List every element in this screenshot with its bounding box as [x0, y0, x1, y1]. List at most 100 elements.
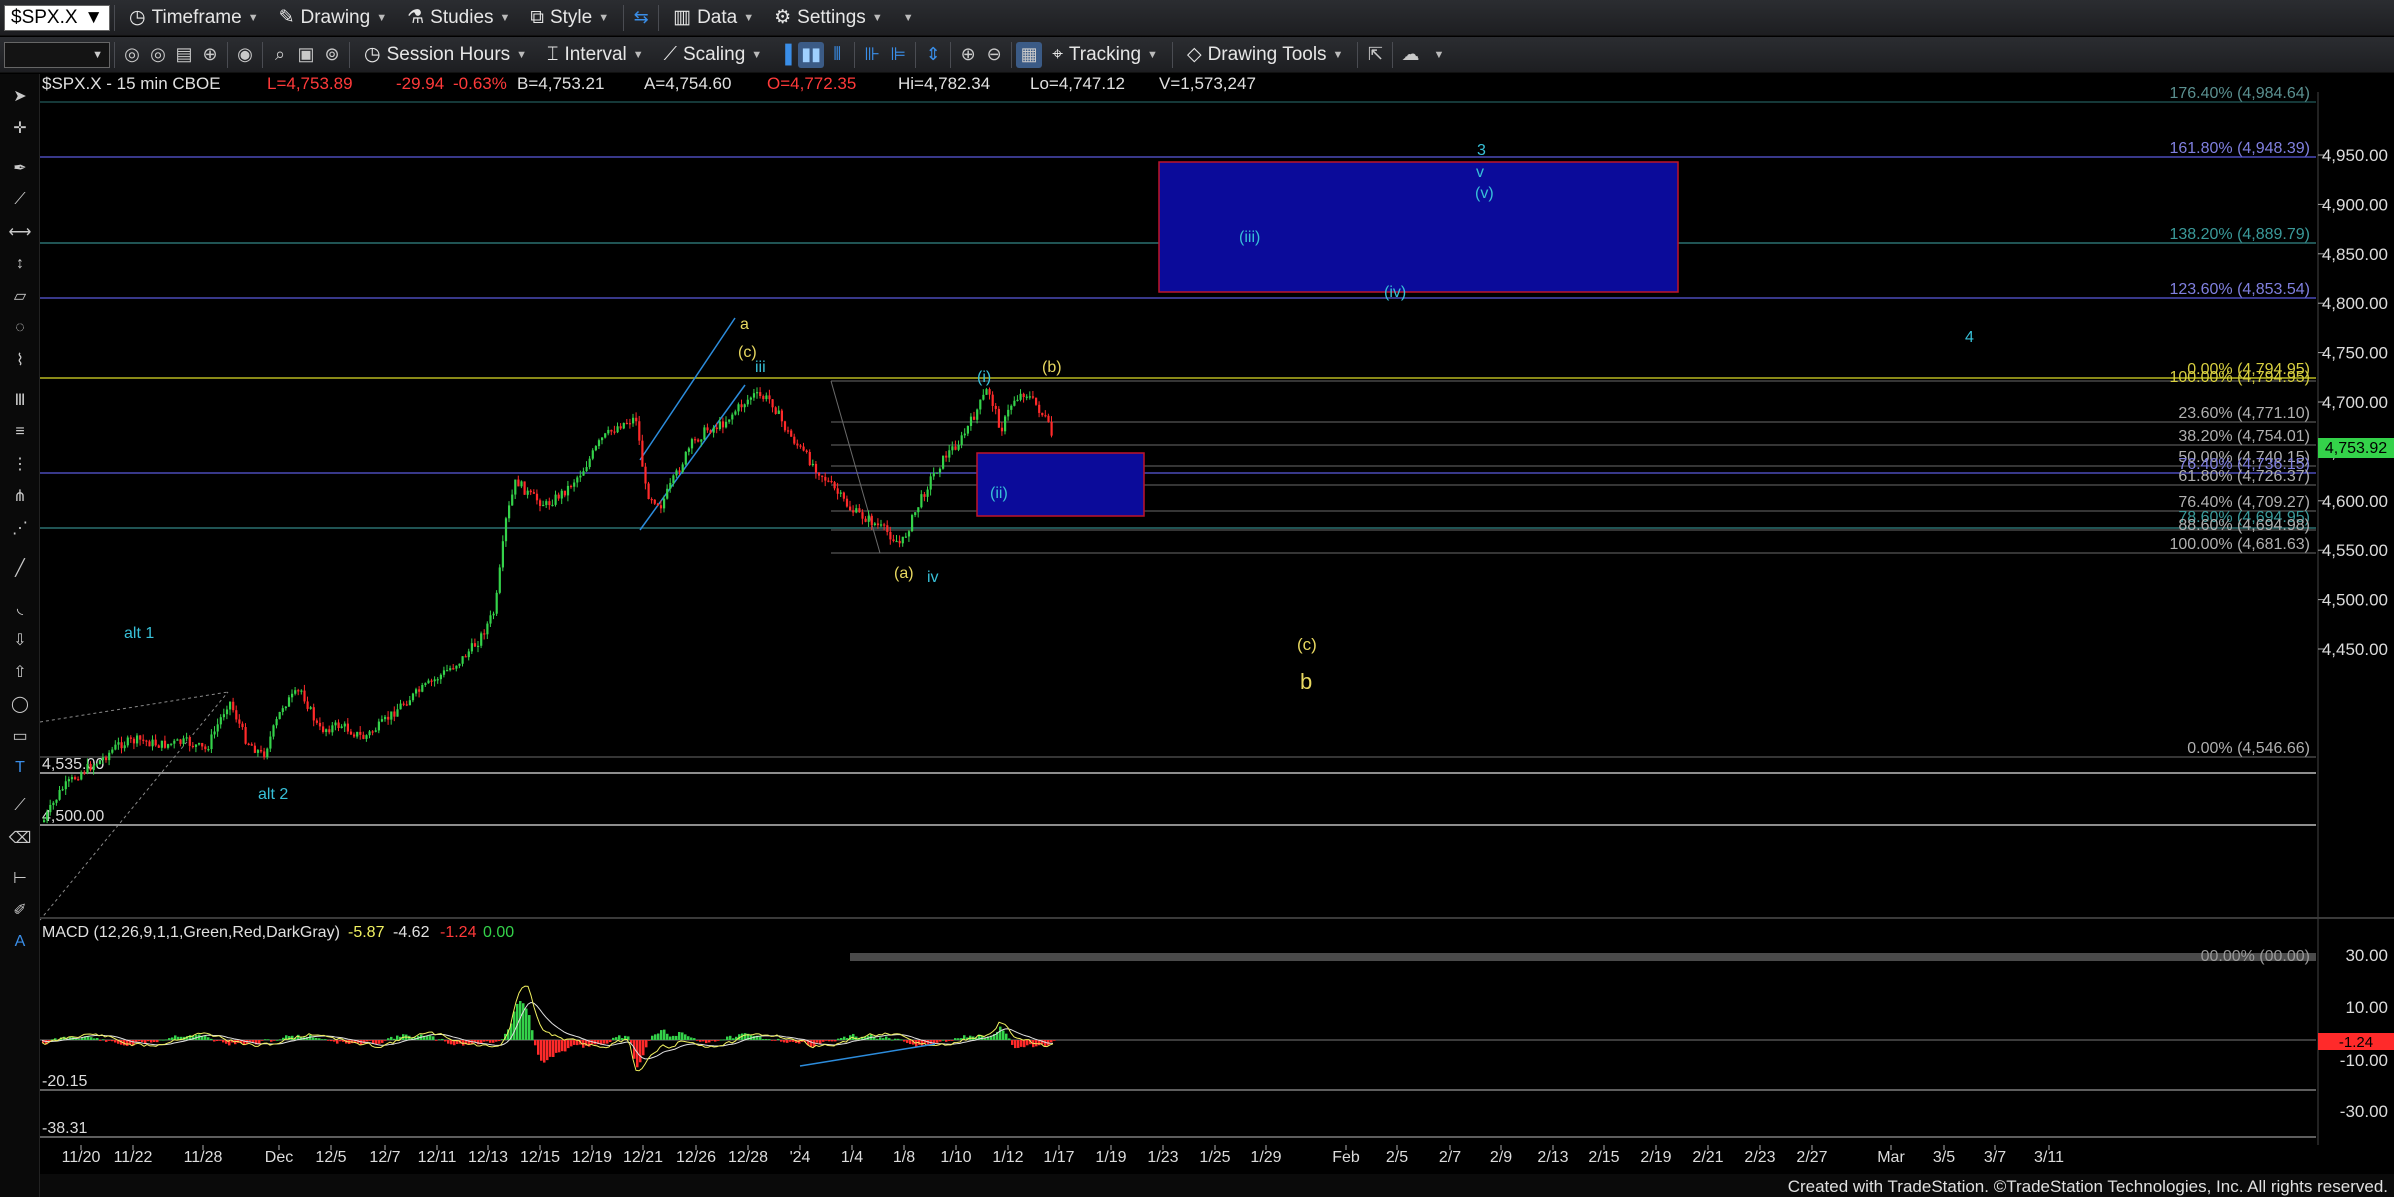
- time-tick-label: Dec: [265, 1149, 293, 1166]
- workspace-selector[interactable]: ▼: [4, 41, 110, 68]
- time-tick-label: 12/21: [623, 1149, 663, 1166]
- save-icon[interactable]: ▣: [293, 42, 319, 68]
- candle-body: [105, 757, 108, 761]
- quote-open: O=4,772.35: [767, 74, 856, 93]
- drawing-tools-menu[interactable]: ◇ Drawing Tools ▼: [1177, 38, 1354, 72]
- macd-histogram-bar: [1023, 1040, 1026, 1048]
- candle-body: [473, 643, 477, 647]
- symbol-selector[interactable]: $SPX.X ▼: [4, 4, 110, 31]
- channel-icon[interactable]: ▱: [6, 282, 34, 310]
- arc-icon[interactable]: ◟: [6, 594, 34, 622]
- search-icon[interactable]: ⌕: [267, 42, 293, 68]
- andrews-pitchfork-icon[interactable]: ⋔: [6, 482, 34, 510]
- macd-histogram-bar: [603, 1040, 606, 1044]
- fib-extension-icon[interactable]: ≡: [6, 418, 34, 446]
- split-icon[interactable]: ⇕: [920, 42, 946, 68]
- style-menu[interactable]: ⧉ Style ▼: [520, 1, 619, 35]
- annotation-icon[interactable]: A: [6, 928, 34, 956]
- gann-icon[interactable]: ╱: [6, 554, 34, 582]
- candle-body: [353, 734, 356, 737]
- cycle-icon[interactable]: ◌: [6, 314, 34, 342]
- wave-label-3: 3: [1477, 142, 1486, 159]
- zoom-out-icon[interactable]: ⊖: [981, 42, 1007, 68]
- candle-body: [1044, 415, 1047, 417]
- magnifier-icon[interactable]: ⊚: [319, 42, 345, 68]
- price-chart[interactable]: $SPX.X - 15 min CBOE L=4,753.89 -29.94 -…: [40, 74, 2394, 1197]
- crosshair-icon[interactable]: ✛: [6, 114, 34, 142]
- candle-body: [855, 508, 858, 513]
- more-menu[interactable]: ▼: [893, 1, 924, 35]
- time-tick-label: 3/5: [1933, 1149, 1955, 1166]
- macd-histogram-bar: [102, 1039, 105, 1041]
- studies-menu[interactable]: ⚗ Studies ▼: [397, 1, 520, 35]
- tradestation-chart-window: $SPX.X ▼ ◷ Timeframe ▼ ✎ Drawing ▼ ⚗ Stu…: [0, 0, 2394, 1197]
- pointer-icon[interactable]: ➤: [6, 82, 34, 110]
- candle-body: [883, 524, 886, 526]
- horizontal-line-icon[interactable]: ⟷: [6, 218, 34, 246]
- chevron-down-icon: ▼: [632, 48, 644, 61]
- candle-body: [932, 473, 935, 477]
- rectangle-icon[interactable]: ▭: [6, 722, 34, 750]
- candle-body: [312, 707, 315, 721]
- pen-icon[interactable]: ✒: [6, 154, 34, 182]
- time-tick-label: Mar: [1877, 1149, 1905, 1166]
- zoom-in-icon[interactable]: ⊕: [955, 42, 981, 68]
- candle-body: [619, 426, 622, 429]
- settings-menu[interactable]: ⚙ Settings ▼: [764, 1, 893, 35]
- arrow-down-icon[interactable]: ⇩: [6, 626, 34, 654]
- highlighter-icon[interactable]: ✐: [6, 896, 34, 924]
- interval-menu[interactable]: ⌶ Interval ▼: [537, 38, 654, 72]
- grid-icon[interactable]: ▦: [1016, 41, 1043, 68]
- candle-body: [359, 731, 362, 735]
- macd-histogram-bar: [381, 1040, 384, 1043]
- fan-icon[interactable]: ⋰: [6, 514, 34, 542]
- candle-body: [489, 615, 492, 624]
- toolbar-divider: [658, 4, 660, 31]
- circle-tool-icon[interactable]: ◎: [119, 42, 145, 68]
- export-icon[interactable]: ⇱: [1362, 42, 1388, 68]
- price-marker-icon[interactable]: ⊢: [6, 864, 34, 892]
- macd-value-3: -1.24: [440, 924, 477, 941]
- compress-bars-icon[interactable]: ⊫: [885, 42, 911, 68]
- trendline-icon[interactable]: ⟋: [6, 186, 34, 214]
- candle-body: [86, 763, 89, 773]
- candle-body: [222, 714, 225, 718]
- candle-body: [566, 485, 570, 496]
- ruler-icon[interactable]: ⟋: [6, 792, 34, 820]
- target-box-wave-3[interactable]: [1158, 161, 1679, 293]
- bar-style-icon[interactable]: ▐: [772, 42, 798, 68]
- candle-body: [783, 421, 787, 431]
- line-style-icon[interactable]: ⦀: [824, 42, 850, 68]
- scaling-menu[interactable]: ⟋ Scaling ▼: [654, 38, 773, 72]
- text-tool-icon[interactable]: T: [6, 754, 34, 782]
- eraser-icon[interactable]: ⌫: [6, 824, 34, 852]
- zoom-bars-icon[interactable]: ⊪: [859, 42, 885, 68]
- drawing-menu[interactable]: ✎ Drawing ▼: [269, 1, 398, 35]
- tracking-menu[interactable]: ⌖ Tracking ▼: [1042, 38, 1168, 72]
- candle-body: [539, 500, 542, 506]
- candle-body: [194, 744, 198, 747]
- crosshair-icon[interactable]: ⊕: [197, 42, 223, 68]
- cycle-icon[interactable]: ◉: [232, 42, 258, 68]
- session-hours-menu[interactable]: ◷ Session Hours ▼: [354, 38, 537, 72]
- timeframe-menu[interactable]: ◷ Timeframe ▼: [119, 1, 269, 35]
- fib-retrace-icon[interactable]: Ⅲ: [6, 386, 34, 414]
- macd-histogram-bar: [204, 1036, 207, 1040]
- arrow-up-icon[interactable]: ⇧: [6, 658, 34, 686]
- circle-tool-icon[interactable]: ◎: [145, 42, 171, 68]
- link-windows-icon[interactable]: ⇆: [628, 5, 654, 31]
- macd-histogram-bar: [615, 1037, 618, 1040]
- candle-body: [145, 740, 148, 742]
- vertical-line-icon[interactable]: ↕: [6, 250, 34, 278]
- macd-histogram-bar: [723, 1039, 726, 1041]
- document-icon[interactable]: ▤: [171, 42, 197, 68]
- candle-style-icon[interactable]: ▮▮: [798, 41, 825, 68]
- fib-time-icon[interactable]: ⋮: [6, 450, 34, 478]
- ellipse-icon[interactable]: ◯: [6, 690, 34, 718]
- cloud-icon[interactable]: ☁: [1397, 42, 1423, 68]
- fibonacci-icon[interactable]: ⌇: [6, 346, 34, 374]
- overflow-menu[interactable]: ▼: [1423, 38, 1454, 72]
- macd-histogram-bar: [882, 1038, 885, 1040]
- data-menu[interactable]: ▥ Data ▼: [663, 1, 764, 35]
- candle-body: [796, 443, 799, 446]
